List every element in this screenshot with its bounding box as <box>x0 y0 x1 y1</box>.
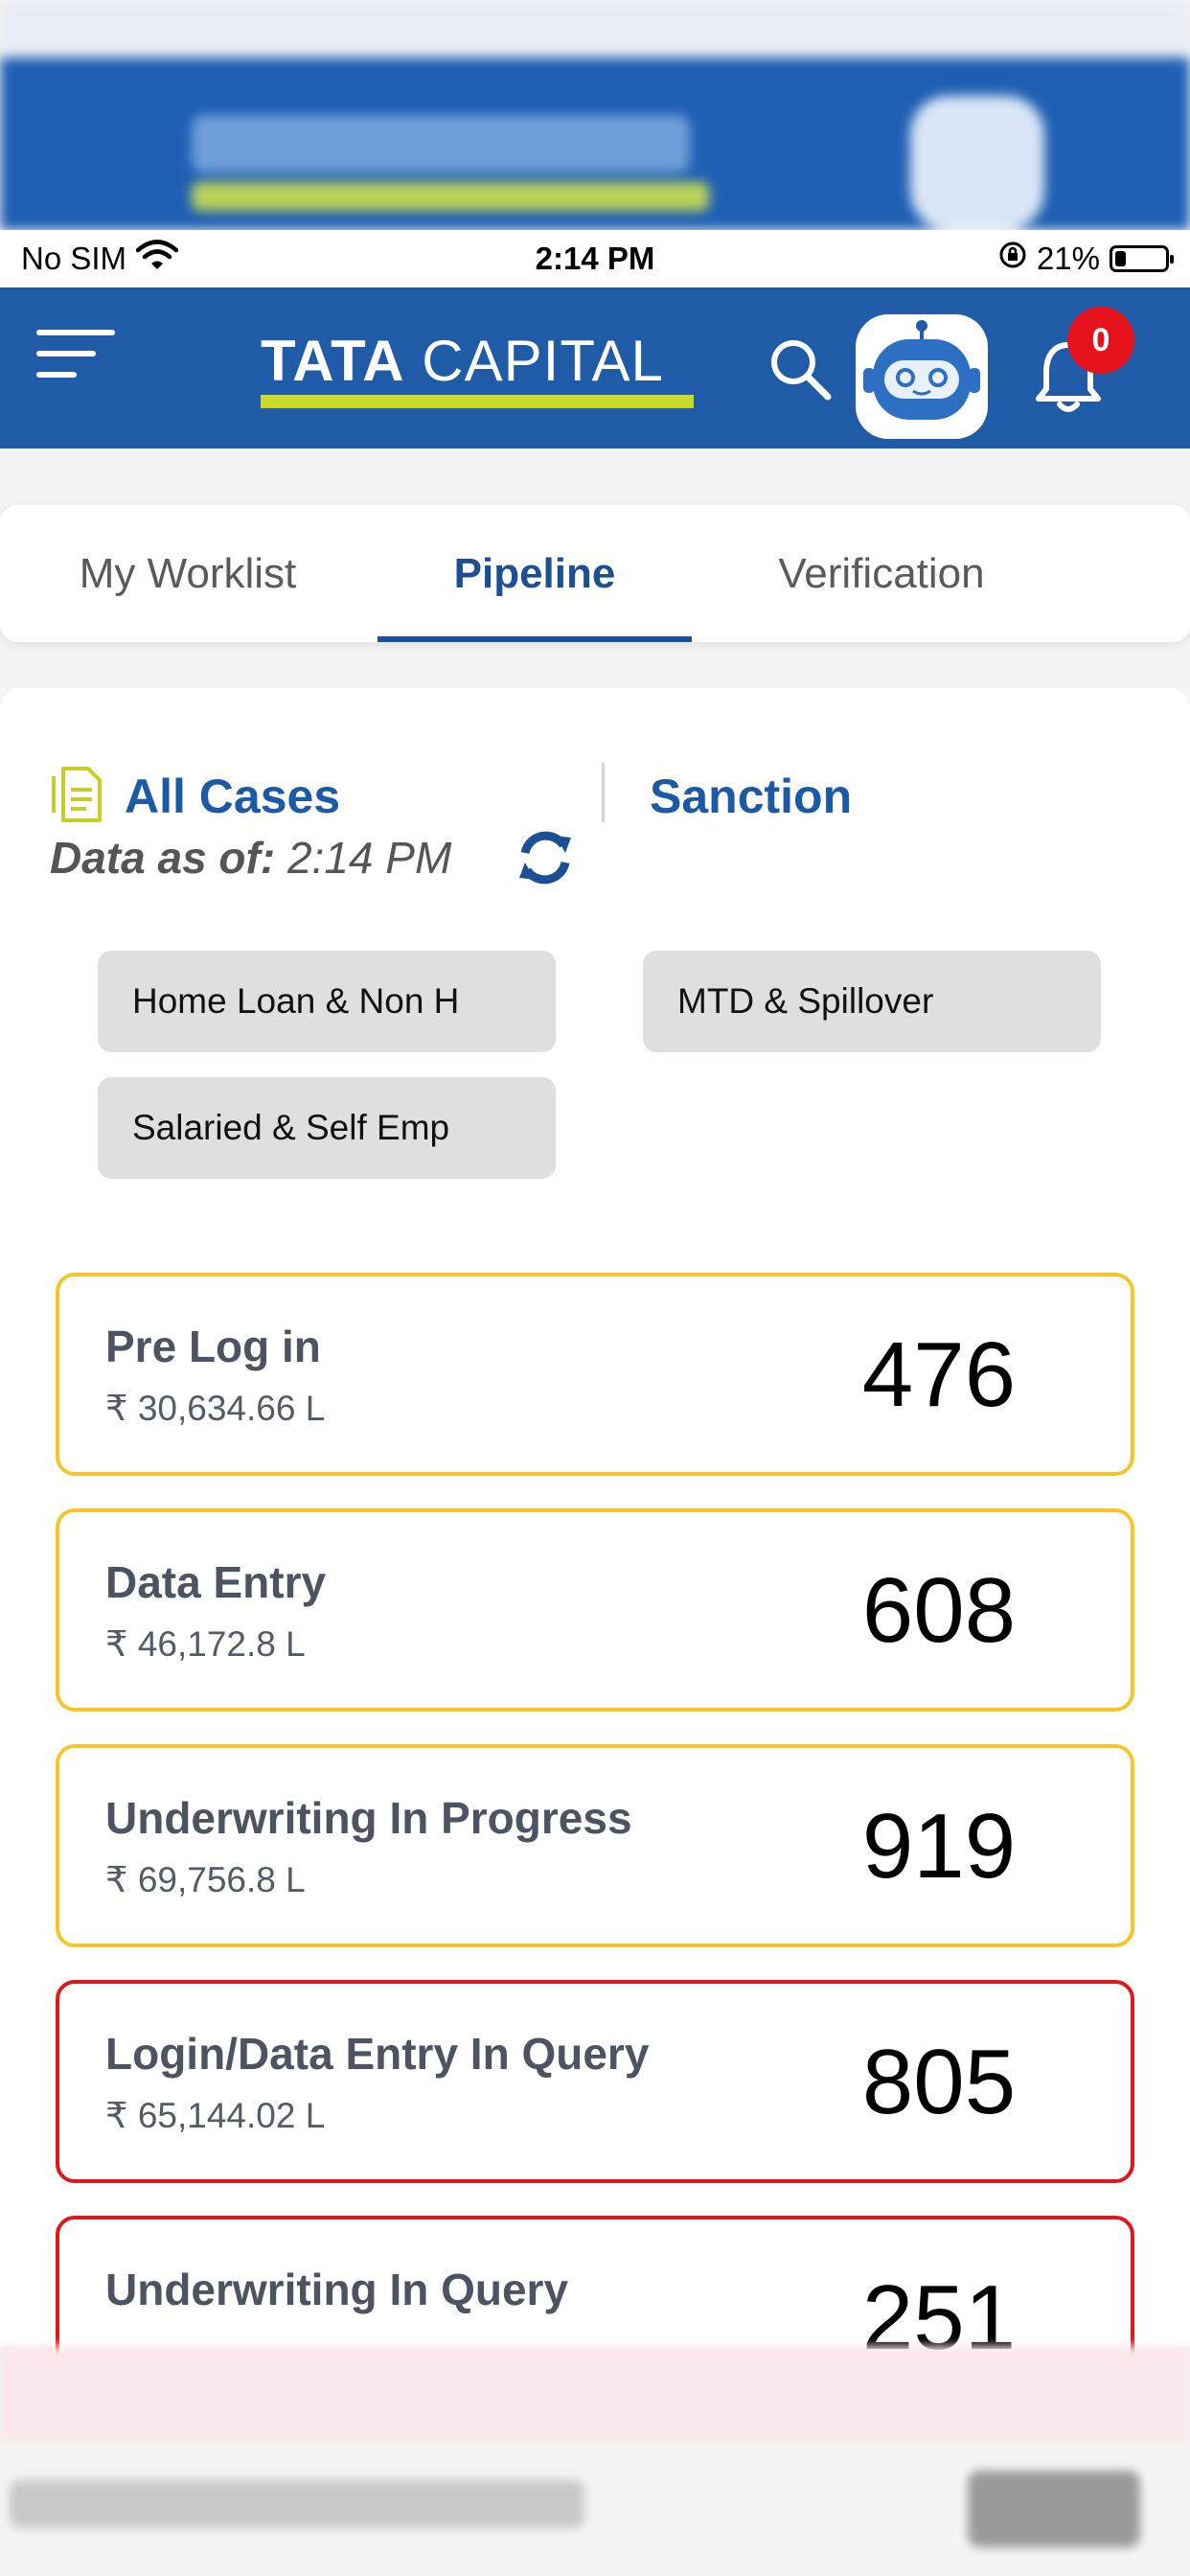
search-icon[interactable] <box>767 335 835 404</box>
tab-verification[interactable]: Verification <box>738 505 1025 642</box>
blurred-background-footer <box>0 2346 1190 2576</box>
pipeline-card-pre-log-in[interactable]: Pre Log in ₹ 30,634.66 L 476 <box>56 1273 1134 1476</box>
hamburger-menu-icon[interactable] <box>36 322 115 387</box>
pipeline-card-login-data-entry-in-query[interactable]: Login/Data Entry In Query ₹ 65,144.02 L … <box>56 1980 1134 2183</box>
card-amount: ₹ 65,144.02 L <box>105 2096 326 2135</box>
app-header: TATA CAPITAL 0 <box>0 288 1190 448</box>
card-count: 919 <box>861 1795 1017 1898</box>
data-as-of-label: Data as of: <box>50 833 276 883</box>
orientation-lock-icon <box>998 241 1027 277</box>
carrier-label: No SIM <box>21 241 127 276</box>
logo-word-rest: CAPITAL <box>422 329 664 393</box>
tab-pipeline[interactable]: Pipeline <box>378 505 692 642</box>
card-amount: ₹ 69,756.8 L <box>105 1860 306 1899</box>
status-bar: No SIM 2:14 PM 21% <box>0 230 1190 288</box>
pipeline-card-underwriting-in-progress[interactable]: Underwriting In Progress ₹ 69,756.8 L 91… <box>56 1744 1134 1947</box>
battery-percent: 21% <box>1036 241 1100 276</box>
tata-capital-logo: TATA CAPITAL <box>261 328 694 412</box>
card-title: Login/Data Entry In Query <box>105 2029 650 2079</box>
document-icon <box>50 765 103 824</box>
data-as-of: Data as of: 2:14 PM <box>50 832 451 884</box>
all-cases-button[interactable]: All Cases <box>125 769 340 824</box>
sanction-button[interactable]: Sanction <box>650 769 852 824</box>
card-title: Underwriting In Query <box>105 2265 569 2314</box>
divider <box>602 763 605 822</box>
card-count: 476 <box>861 1323 1017 1426</box>
data-as-of-time: 2:14 PM <box>286 833 452 883</box>
card-amount: ₹ 30,634.66 L <box>105 1389 326 1428</box>
blurred-background-header <box>0 0 1190 230</box>
tab-my-worklist[interactable]: My Worklist <box>38 505 337 642</box>
refresh-icon[interactable] <box>515 828 575 887</box>
pipeline-panel: All Cases Sanction Data as of: 2:14 PM H… <box>0 688 1190 2419</box>
card-title: Pre Log in <box>105 1322 321 1371</box>
battery-icon <box>1110 245 1174 272</box>
logo-word-bold: TATA <box>261 329 405 393</box>
notification-badge: 0 <box>1067 307 1134 374</box>
card-title: Data Entry <box>105 1557 327 1607</box>
tab-bar: My Worklist Pipeline Verification <box>0 505 1190 642</box>
card-count: 805 <box>861 2031 1017 2133</box>
filter-chip-loan-type[interactable]: Home Loan & Non H <box>98 951 556 1052</box>
filter-chip-employment[interactable]: Salaried & Self Emp <box>98 1077 556 1179</box>
wifi-icon <box>135 240 179 278</box>
case-type-switcher: All Cases Sanction <box>50 746 1142 832</box>
pipeline-card-data-entry[interactable]: Data Entry ₹ 46,172.8 L 608 <box>56 1508 1134 1712</box>
filter-chip-period[interactable]: MTD & Spillover <box>643 951 1101 1052</box>
card-title: Underwriting In Progress <box>105 1793 632 1843</box>
card-count: 608 <box>861 1559 1017 1662</box>
chatbot-icon[interactable] <box>856 314 988 439</box>
logo-underline <box>261 395 694 408</box>
card-amount: ₹ 46,172.8 L <box>105 1624 306 1664</box>
